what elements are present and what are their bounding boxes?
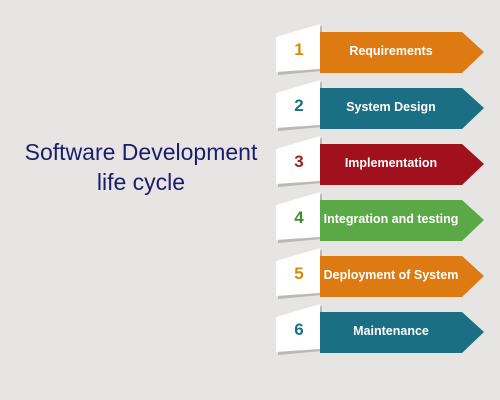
step-6: 6 Maintenance [0,304,500,362]
step-number: 3 [294,152,304,171]
step-number: 4 [294,208,304,227]
lifecycle-steps: 1 Requirements 2 System Design 3 Implementati… [0,0,500,400]
step-4: 4 Integration and testing [0,192,500,250]
step-number: 1 [294,40,304,59]
step-number: 5 [294,264,304,283]
step-2: 2 System Design [0,80,500,138]
step-number: 2 [294,96,304,115]
step-number: 6 [294,320,304,339]
step-label: Integration and testing [323,212,459,226]
step-5: 5 Deployment of System [0,248,500,306]
step-label: Deployment of System [323,268,459,282]
step-label: System Design [346,100,436,114]
step-label: Maintenance [353,324,429,338]
step-3: 3 Implementation [0,136,500,194]
step-label: Requirements [349,44,433,58]
step-1: 1 Requirements [0,24,500,82]
step-label: Implementation [344,156,438,170]
